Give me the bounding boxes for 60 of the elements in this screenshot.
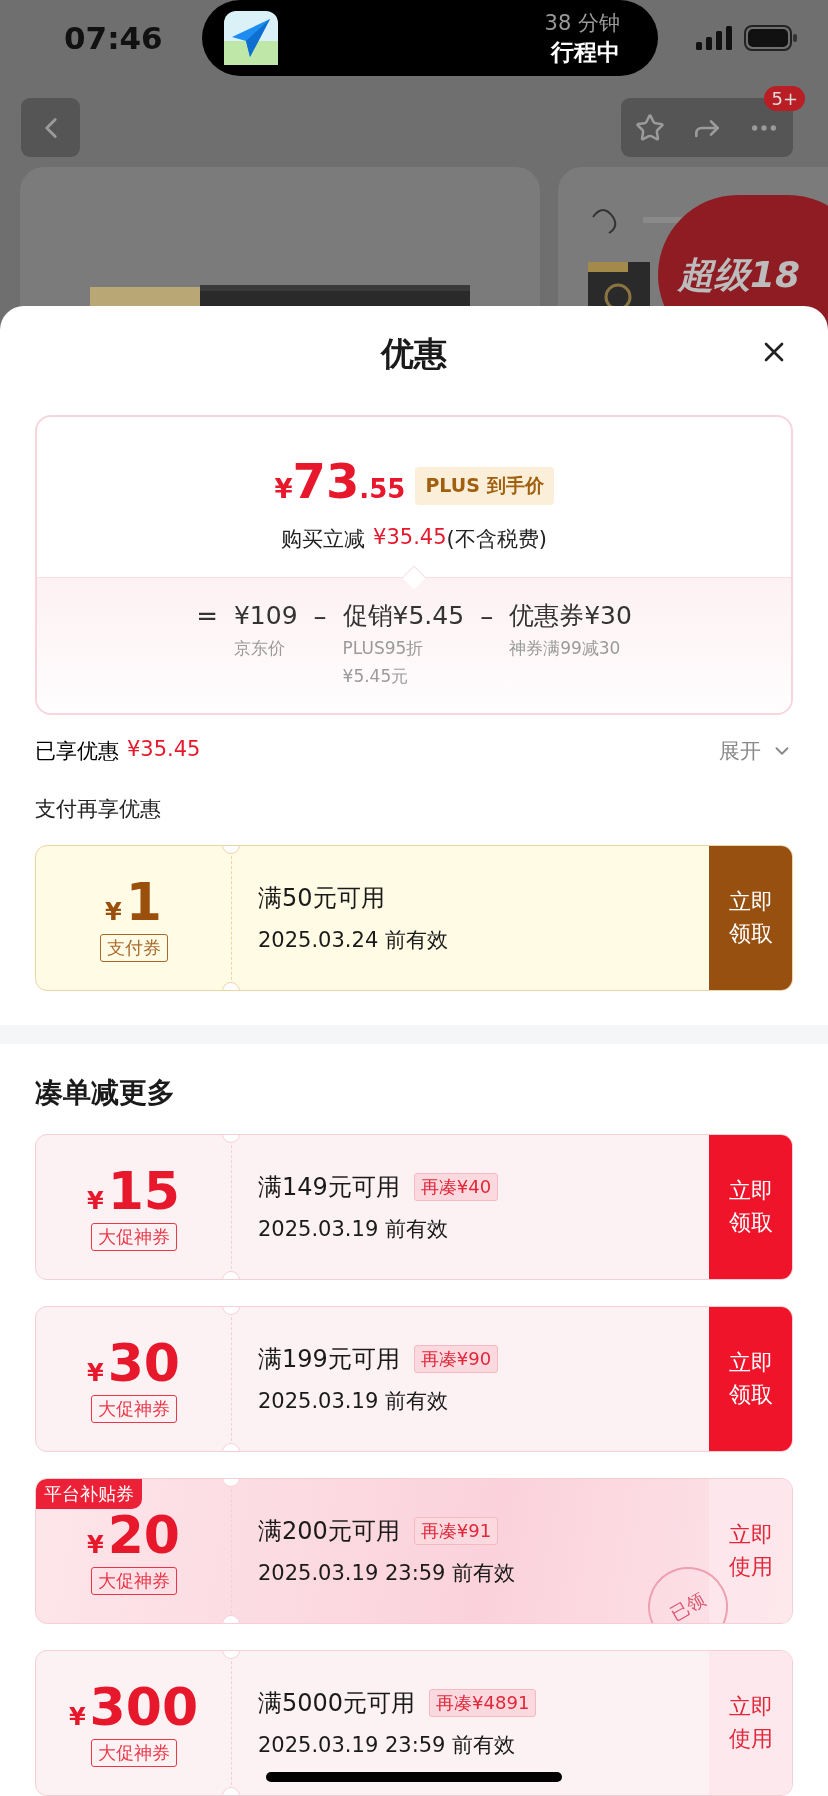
back-button[interactable]	[21, 98, 80, 157]
formula-operator: =	[196, 599, 218, 633]
term-note: 神券满99减30	[509, 636, 622, 660]
coupon-amount: ¥30	[86, 1335, 181, 1391]
formula-term: 优惠券¥30	[509, 599, 632, 632]
coupon-condition: 满5000元可用	[258, 1688, 416, 1719]
coupon-expiry: 2025.03.19 23:59 前有效	[258, 1732, 517, 1759]
coupon-expiry: 2025.03.24 前有效	[258, 927, 449, 954]
sheet-title: 优惠	[381, 332, 447, 375]
coupon-action-button[interactable]: 立即使用	[709, 1651, 792, 1795]
term-note: 京东价	[233, 636, 286, 660]
enjoyed-amount: ¥35.45	[127, 737, 201, 763]
coupon-amount: ¥1	[105, 874, 162, 930]
trip-status: 行程中	[551, 38, 620, 67]
plus-price-tag: PLUS 到手价	[415, 466, 554, 505]
topup-tag: 再凑¥91	[413, 1517, 499, 1545]
coupon-amount: ¥20	[86, 1507, 181, 1563]
formula-operator: –	[480, 599, 494, 633]
notification-badge: 5+	[764, 86, 805, 111]
coupon-corner-label: 平台补贴券	[36, 1479, 142, 1509]
coupon-amount: ¥300	[68, 1679, 199, 1735]
coupon-expiry: 2025.03.19 前有效	[258, 1216, 449, 1243]
coupon-expiry: 2025.03.19 前有效	[258, 1388, 449, 1415]
signal-icon	[696, 26, 732, 50]
topup-tag: 再凑¥90	[413, 1345, 499, 1373]
final-price: ¥73.55	[274, 452, 406, 509]
coupon-amount: ¥15	[86, 1163, 181, 1219]
coupon-expiry: 2025.03.19 23:59 前有效	[258, 1560, 517, 1587]
term-note: ¥5.45元	[342, 664, 410, 688]
formula-term: 促销¥5.45	[342, 599, 465, 632]
star-icon[interactable]	[634, 112, 665, 143]
coupon-type-tag: 大促神券	[90, 1395, 177, 1423]
saving-label: 购买立减	[281, 525, 366, 553]
formula-operator: –	[313, 599, 327, 633]
eta-text: 38 分钟	[544, 10, 620, 37]
formula-term: ¥109	[233, 599, 298, 632]
saving-amount: ¥35.45	[373, 524, 447, 551]
coupon-action-button[interactable]: 立即领取	[709, 1307, 792, 1451]
section-title: 凑单减更多	[34, 1075, 176, 1111]
enjoyed-label: 已享优惠	[35, 738, 119, 765]
coupon-type-tag: 支付券	[99, 934, 168, 962]
saving-note: (不含税费)	[446, 525, 547, 553]
coupon-type-tag: 大促神券	[90, 1567, 177, 1595]
topup-tag: 再凑¥40	[413, 1173, 499, 1201]
coupon-condition: 满50元可用	[258, 883, 385, 914]
battery-icon	[744, 25, 798, 51]
coupon-condition: 满149元可用	[258, 1172, 400, 1203]
coupon-action-button[interactable]: 立即领取	[709, 1135, 792, 1279]
topup-tag: 再凑¥4891	[429, 1689, 537, 1717]
coupon-type-tag: 大促神券	[90, 1739, 177, 1767]
coupon-type-tag: 大促神券	[90, 1223, 177, 1251]
coupon-condition: 满200元可用	[258, 1516, 400, 1547]
expand-toggle[interactable]: 展开	[719, 737, 793, 765]
coupon-condition: 满199元可用	[258, 1344, 400, 1375]
section-title: 支付再享优惠	[34, 796, 162, 823]
paper-plane-app-icon	[224, 11, 278, 65]
coupon-action-button[interactable]: 立即使用	[709, 1479, 792, 1623]
term-note: PLUS95折	[342, 636, 425, 660]
status-time: 07:46	[64, 20, 164, 56]
coupon-action-button[interactable]: 立即领取	[709, 846, 792, 990]
